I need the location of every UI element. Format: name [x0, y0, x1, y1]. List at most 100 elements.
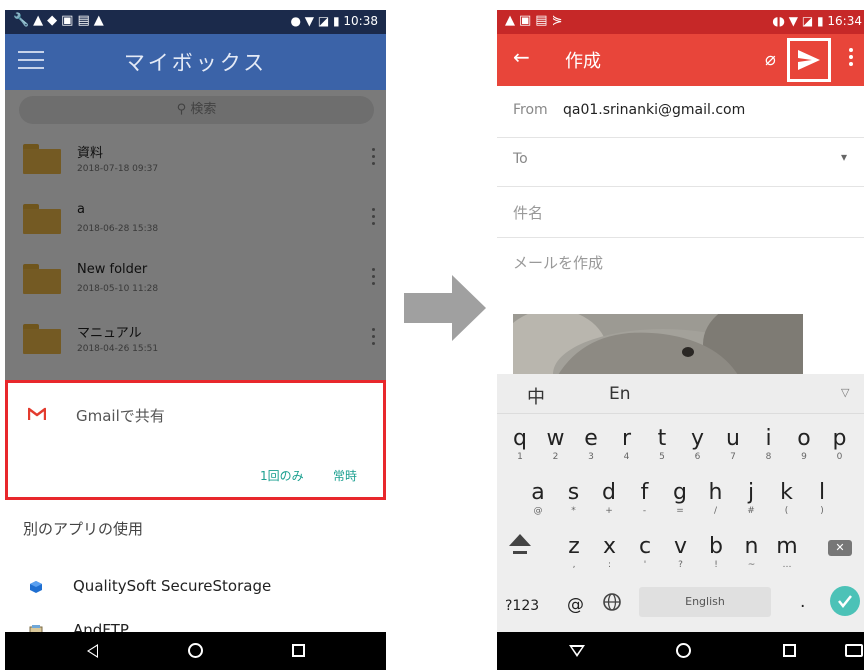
- key-q[interactable]: q1: [505, 420, 535, 468]
- key-f[interactable]: f-: [630, 474, 660, 522]
- key-g[interactable]: g =: [665, 474, 695, 522]
- from-label: From: [513, 102, 548, 118]
- symbols-key[interactable]: ?123: [505, 598, 539, 614]
- english-input-key[interactable]: En: [609, 384, 631, 404]
- key-i[interactable]: i8: [754, 420, 784, 468]
- back-nav-icon[interactable]: [87, 644, 98, 658]
- at-key[interactable]: @: [567, 595, 584, 615]
- key-t[interactable]: t5: [647, 420, 677, 468]
- dim-overlay[interactable]: [5, 90, 386, 390]
- key-x[interactable]: x:: [595, 528, 625, 576]
- key-hint: 3: [588, 452, 594, 462]
- home-nav-icon[interactable]: [676, 643, 691, 658]
- to-field[interactable]: To ▾: [497, 135, 864, 187]
- key-hint: 9: [801, 452, 807, 462]
- status-time: 10:38: [343, 14, 378, 28]
- key-y[interactable]: y6: [683, 420, 713, 468]
- body-field[interactable]: メールを作成: [513, 252, 603, 273]
- key-letter: v: [673, 534, 688, 559]
- key-d[interactable]: d +: [594, 474, 624, 522]
- key-letter: m: [776, 534, 798, 559]
- always-button[interactable]: 常時: [333, 467, 357, 484]
- globe-icon[interactable]: [602, 592, 622, 612]
- key-hint: -: [642, 506, 647, 516]
- enter-key[interactable]: [830, 586, 860, 616]
- key-h[interactable]: h /: [701, 474, 731, 522]
- check-icon: [838, 595, 852, 609]
- key-letter: h: [708, 480, 723, 505]
- key-p[interactable]: p0: [825, 420, 855, 468]
- status-time-group: ◖◗ ▼ ◪ ▮ 16:34: [772, 14, 862, 28]
- collapse-keyboard-icon[interactable]: ▽: [841, 386, 849, 399]
- key-hint: ': [643, 560, 647, 570]
- from-field[interactable]: From qa01.srinanki@gmail.com: [497, 86, 864, 138]
- key-b[interactable]: b!: [701, 528, 731, 576]
- key-m[interactable]: m…: [772, 528, 802, 576]
- key-letter: d: [602, 480, 616, 505]
- status-bar: ▲▣▤⋟ ◖◗ ▼ ◪ ▮ 16:34: [497, 10, 864, 34]
- key-w[interactable]: w2: [541, 420, 571, 468]
- key-hint: 5: [659, 452, 665, 462]
- key-z[interactable]: z,: [559, 528, 589, 576]
- key-v[interactable]: v?: [666, 528, 696, 576]
- nav-bar: [5, 632, 386, 670]
- gmail-share-option[interactable]: Gmailで共有 1回のみ 常時: [5, 380, 386, 500]
- space-bar[interactable]: English: [639, 587, 771, 617]
- soft-keyboard: 中 En ▽ q 1 w 2 e 3 r 4 t 5 y 6 u 7 i 8 o 9 p 0 a @ s * d + f - g = h / j…: [497, 374, 864, 632]
- key-letter: j: [747, 480, 755, 505]
- key-letter: c: [638, 534, 652, 559]
- key-e[interactable]: e3: [576, 420, 606, 468]
- status-time-group: ● ▼ ◪ ▮ 10:38: [290, 14, 379, 28]
- from-value: qa01.srinanki@gmail.com: [563, 102, 746, 118]
- key-hint: *: [571, 506, 576, 516]
- key-l[interactable]: l): [807, 474, 837, 522]
- right-phone-screen: ▲▣▤⋟ ◖◗ ▼ ◪ ▮ 16:34 ← 作成 ⌀ From qa01.sri…: [497, 10, 864, 670]
- key-o[interactable]: o9: [789, 420, 819, 468]
- just-once-button[interactable]: 1回のみ: [260, 467, 304, 484]
- shift-key-icon[interactable]: [505, 529, 535, 559]
- key-hint: +: [605, 506, 613, 516]
- nav-bar: [497, 632, 864, 670]
- key-hint: #: [747, 506, 755, 516]
- chinese-input-key[interactable]: 中: [527, 383, 545, 409]
- key-letter: y: [690, 426, 705, 451]
- key-letter: x: [602, 534, 617, 559]
- key-s[interactable]: s *: [559, 474, 589, 522]
- keyboard-switch-icon[interactable]: [845, 644, 863, 657]
- key-a[interactable]: a @: [523, 474, 553, 522]
- key-hint: 1: [517, 452, 523, 462]
- key-hint: =: [676, 506, 684, 516]
- status-icons: ▲▣▤⋟: [505, 13, 567, 28]
- subject-field[interactable]: 件名: [497, 186, 864, 238]
- key-hint: 4: [623, 452, 630, 462]
- key-letter: i: [765, 426, 772, 451]
- key-letter: g: [673, 480, 687, 505]
- send-button[interactable]: [787, 38, 831, 82]
- securestorage-icon: [30, 581, 42, 593]
- attach-icon[interactable]: ⌀: [765, 49, 776, 70]
- key-letter: z: [568, 534, 580, 559]
- recents-nav-icon[interactable]: [292, 644, 305, 657]
- key-hint: /: [713, 506, 718, 516]
- home-nav-icon[interactable]: [188, 643, 203, 658]
- key-r[interactable]: r4: [612, 420, 642, 468]
- key-hint: ): [820, 506, 824, 516]
- chevron-down-icon[interactable]: ▾: [841, 150, 847, 164]
- key-u[interactable]: u7: [718, 420, 748, 468]
- key-hint: (: [784, 506, 789, 516]
- key-j[interactable]: j #: [736, 474, 766, 522]
- backspace-key-icon[interactable]: ✕: [828, 540, 852, 556]
- key-c[interactable]: c ': [630, 528, 660, 576]
- recents-nav-icon[interactable]: [783, 644, 796, 657]
- gmail-share-label: Gmailで共有: [76, 407, 165, 425]
- key-letter: s: [567, 480, 580, 505]
- hide-keyboard-nav-icon[interactable]: [569, 645, 585, 657]
- key-hint: ?: [678, 560, 683, 570]
- period-key[interactable]: .: [800, 592, 805, 612]
- key-k[interactable]: k(: [772, 474, 802, 522]
- app-item-securestorage[interactable]: QualitySoft SecureStorage: [5, 566, 386, 610]
- key-n[interactable]: n ~: [737, 528, 767, 576]
- overflow-menu-icon[interactable]: [849, 48, 853, 69]
- back-arrow-icon[interactable]: ←: [513, 45, 530, 69]
- key-letter: p: [832, 426, 847, 451]
